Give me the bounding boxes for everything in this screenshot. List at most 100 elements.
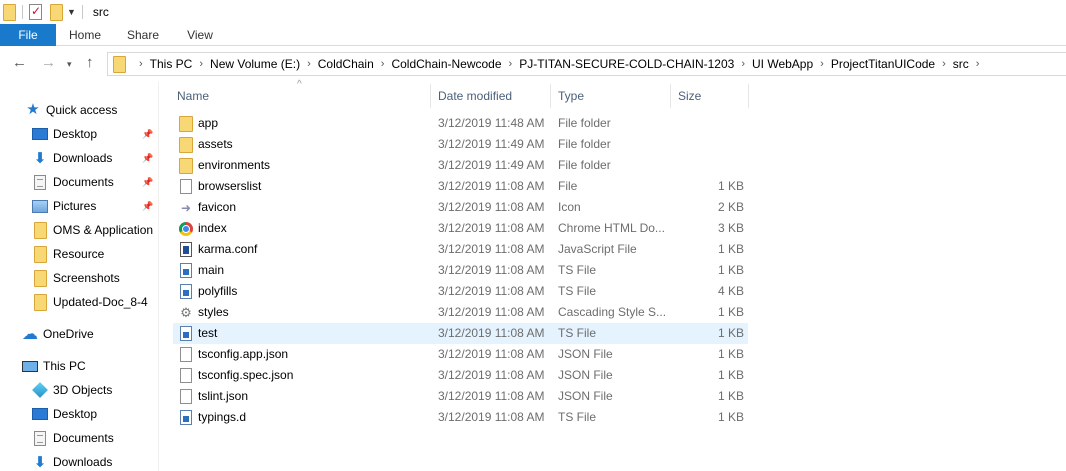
breadcrumb-chevron-icon[interactable]: › bbox=[942, 58, 946, 70]
breadcrumb-item[interactable]: UI WebApp bbox=[752, 57, 813, 71]
sidebar-item-this-pc[interactable]: This PC bbox=[0, 355, 159, 377]
breadcrumb-item[interactable]: This PC bbox=[150, 57, 193, 71]
file-date-modified: 3/12/2019 11:08 AM bbox=[438, 410, 545, 424]
file-row[interactable]: assets 3/12/2019 11:49 AM File folder bbox=[173, 134, 748, 155]
sidebar-item-documents[interactable]: Documents 📌 bbox=[0, 171, 159, 193]
breadcrumb-item[interactable]: ProjectTitanUICode bbox=[831, 57, 935, 71]
sidebar-item-documents[interactable]: Documents bbox=[0, 427, 159, 449]
pin-icon[interactable]: 📌 bbox=[142, 177, 153, 188]
folder-icon bbox=[178, 155, 194, 176]
properties-icon[interactable] bbox=[29, 4, 42, 20]
file-name: tsconfig.spec.json bbox=[198, 368, 294, 382]
file-date-modified: 3/12/2019 11:48 AM bbox=[438, 116, 545, 130]
file-row[interactable]: polyfills 3/12/2019 11:08 AM TS File 4 KB bbox=[173, 281, 748, 302]
onedrive-icon: ☁ bbox=[22, 326, 38, 343]
file-row[interactable]: karma.conf 3/12/2019 11:08 AM JavaScript F… bbox=[173, 239, 748, 260]
sidebar-item-oms-application[interactable]: OMS & Application bbox=[0, 219, 159, 241]
breadcrumb-item[interactable]: New Volume (E:) bbox=[210, 57, 300, 71]
breadcrumb-chevron-icon[interactable]: › bbox=[307, 58, 311, 70]
new-folder-icon[interactable] bbox=[50, 3, 63, 21]
file-row[interactable]: environments 3/12/2019 11:49 AM File folde… bbox=[173, 155, 748, 176]
tab-view[interactable]: View bbox=[172, 24, 228, 46]
breadcrumb-item[interactable]: ColdChain-Newcode bbox=[391, 57, 501, 71]
ts-file-icon bbox=[178, 281, 194, 302]
sidebar-item-desktop[interactable]: Desktop bbox=[0, 403, 159, 425]
file-type: Icon bbox=[558, 200, 581, 214]
file-size bbox=[668, 134, 744, 155]
back-arrow-icon[interactable]: ← bbox=[12, 54, 27, 71]
breadcrumb-chevron-icon[interactable]: › bbox=[199, 58, 203, 70]
file-size: 2 KB bbox=[717, 200, 744, 214]
sidebar-item-downloads[interactable]: ⬇ Downloads 📌 bbox=[0, 147, 159, 169]
favicon-icon: ➜ bbox=[180, 200, 192, 215]
column-header-type[interactable]: Type bbox=[550, 84, 670, 108]
recent-locations-chevron-icon[interactable]: ▾ bbox=[67, 59, 72, 70]
breadcrumb-chevron-icon[interactable]: › bbox=[741, 58, 745, 70]
file-type: Cascading Style S... bbox=[558, 305, 667, 319]
breadcrumb-chevron-icon[interactable]: › bbox=[509, 58, 513, 70]
sidebar-item-label: This PC bbox=[43, 359, 86, 373]
title-bar: ▼ src bbox=[0, 0, 1066, 24]
downloads-icon: ⬇ bbox=[33, 150, 47, 167]
pin-icon[interactable]: 📌 bbox=[142, 201, 153, 212]
file-row[interactable]: ⚙ styles 3/12/2019 11:08 AM Cascading Style… bbox=[173, 302, 748, 323]
breadcrumb-chevron-icon[interactable]: › bbox=[820, 58, 824, 70]
file-size: 3 KB bbox=[717, 221, 744, 235]
sidebar-item-onedrive[interactable]: ☁ OneDrive bbox=[0, 323, 159, 345]
file-row[interactable]: browserslist 3/12/2019 11:08 AM File 1 KB bbox=[173, 176, 748, 197]
sidebar-item-quick-access[interactable]: ★ Quick access bbox=[0, 99, 159, 121]
breadcrumb-chevron-icon[interactable]: › bbox=[381, 58, 385, 70]
breadcrumb-chevron-icon[interactable]: › bbox=[139, 58, 143, 70]
file-date-modified: 3/12/2019 11:49 AM bbox=[438, 137, 545, 151]
file-type: Chrome HTML Do... bbox=[558, 221, 665, 235]
file-row[interactable]: index 3/12/2019 11:08 AM Chrome HTML Do...… bbox=[173, 218, 748, 239]
css-file-icon: ⚙ bbox=[180, 305, 192, 320]
up-arrow-icon[interactable]: ↑ bbox=[86, 54, 94, 71]
file-row[interactable]: ➜ favicon 3/12/2019 11:08 AM Icon 2 KB bbox=[173, 197, 748, 218]
divider bbox=[22, 5, 23, 19]
sidebar-item-downloads[interactable]: ⬇ Downloads bbox=[0, 451, 159, 471]
address-bar[interactable]: › This PC › New Volume (E:) › ColdChain › ColdC… bbox=[107, 52, 1066, 76]
file-icon bbox=[178, 344, 194, 365]
sidebar-item-label: Screenshots bbox=[53, 271, 120, 285]
desktop-icon bbox=[32, 406, 48, 422]
file-row[interactable]: tsconfig.spec.json 3/12/2019 11:08 AM JSON… bbox=[173, 365, 748, 386]
downloads-icon: ⬇ bbox=[33, 454, 47, 471]
customize-toolbar-chevron-icon[interactable]: ▼ bbox=[67, 7, 76, 17]
file-row[interactable]: main 3/12/2019 11:08 AM TS File 1 KB bbox=[173, 260, 748, 281]
breadcrumb-item[interactable]: ColdChain bbox=[318, 57, 374, 71]
tab-home[interactable]: Home bbox=[56, 24, 114, 46]
file-row[interactable]: test 3/12/2019 11:08 AM TS File 1 KB bbox=[173, 323, 748, 344]
file-row[interactable]: app 3/12/2019 11:48 AM File folder bbox=[173, 113, 748, 134]
column-header-date-modified[interactable]: Date modified bbox=[430, 84, 550, 108]
breadcrumb-item[interactable]: src bbox=[953, 57, 969, 71]
file-type: TS File bbox=[558, 263, 597, 277]
file-type: JSON File bbox=[558, 347, 613, 361]
column-header-size[interactable]: Size bbox=[670, 84, 749, 108]
file-name: karma.conf bbox=[198, 242, 258, 256]
tab-share[interactable]: Share bbox=[114, 24, 172, 46]
sidebar-item-resource[interactable]: Resource bbox=[0, 243, 159, 265]
forward-arrow-icon[interactable]: → bbox=[41, 54, 56, 71]
file-row[interactable]: typings.d 3/12/2019 11:08 AM TS File 1 KB bbox=[173, 407, 748, 428]
sidebar-item-updated-doc-8-4[interactable]: Updated-Doc_8-4 bbox=[0, 291, 159, 313]
file-date-modified: 3/12/2019 11:08 AM bbox=[438, 326, 545, 340]
javascript-file-icon bbox=[178, 239, 194, 260]
sidebar-item-screenshots[interactable]: Screenshots bbox=[0, 267, 159, 289]
column-header-name[interactable]: Name bbox=[168, 84, 430, 108]
sidebar-item-desktop[interactable]: Desktop 📌 bbox=[0, 123, 159, 145]
breadcrumb-chevron-icon[interactable]: › bbox=[976, 58, 980, 70]
ts-file-icon bbox=[178, 323, 194, 344]
file-date-modified: 3/12/2019 11:08 AM bbox=[438, 389, 545, 403]
sidebar-item-3d-objects[interactable]: 3D Objects bbox=[0, 379, 159, 401]
file-date-modified: 3/12/2019 11:49 AM bbox=[438, 158, 545, 172]
tab-file[interactable]: File bbox=[0, 24, 56, 46]
breadcrumb-item[interactable]: PJ-TITAN-SECURE-COLD-CHAIN-1203 bbox=[519, 57, 734, 71]
pin-icon[interactable]: 📌 bbox=[142, 129, 153, 140]
file-row[interactable]: tsconfig.app.json 3/12/2019 11:08 AM JSON … bbox=[173, 344, 748, 365]
file-date-modified: 3/12/2019 11:08 AM bbox=[438, 179, 545, 193]
sidebar-item-pictures[interactable]: Pictures 📌 bbox=[0, 195, 159, 217]
file-row[interactable]: tslint.json 3/12/2019 11:08 AM JSON File 1 … bbox=[173, 386, 748, 407]
file-date-modified: 3/12/2019 11:08 AM bbox=[438, 305, 545, 319]
pin-icon[interactable]: 📌 bbox=[142, 153, 153, 164]
